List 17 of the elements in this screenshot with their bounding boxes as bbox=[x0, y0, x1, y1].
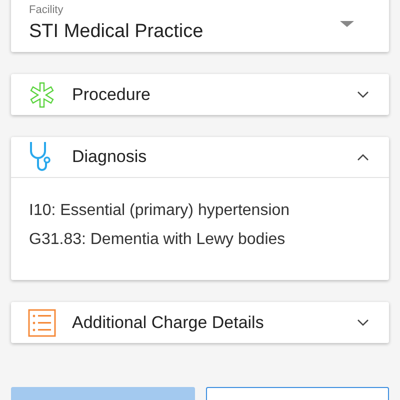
facility-value: STI Medical Practice bbox=[29, 21, 204, 43]
section-header[interactable]: Procedure bbox=[11, 74, 389, 115]
diagnosis-entry: G31.83: Dementia with Lewy bodies bbox=[29, 230, 286, 250]
chevron-down-icon bbox=[357, 90, 369, 98]
list-icon bbox=[28, 308, 56, 336]
section-title: Procedure bbox=[72, 84, 152, 104]
facility-dropdown[interactable]: Facility STI Medical Practice bbox=[11, 0, 389, 52]
diagnosis-entry: I10: Essential (primary) hypertension bbox=[29, 201, 291, 221]
section-header[interactable]: Additional Charge Details bbox=[11, 302, 389, 343]
section-title: Diagnosis bbox=[72, 147, 148, 167]
section-title: Additional Charge Details bbox=[72, 312, 265, 332]
chevron-down-icon bbox=[357, 318, 369, 326]
section-header[interactable]: Diagnosis bbox=[11, 137, 389, 178]
dropdown-arrow-icon bbox=[340, 20, 354, 26]
chevron-up-icon bbox=[357, 153, 369, 161]
asterisk-icon bbox=[28, 80, 56, 108]
facility-label: Facility bbox=[29, 4, 64, 16]
